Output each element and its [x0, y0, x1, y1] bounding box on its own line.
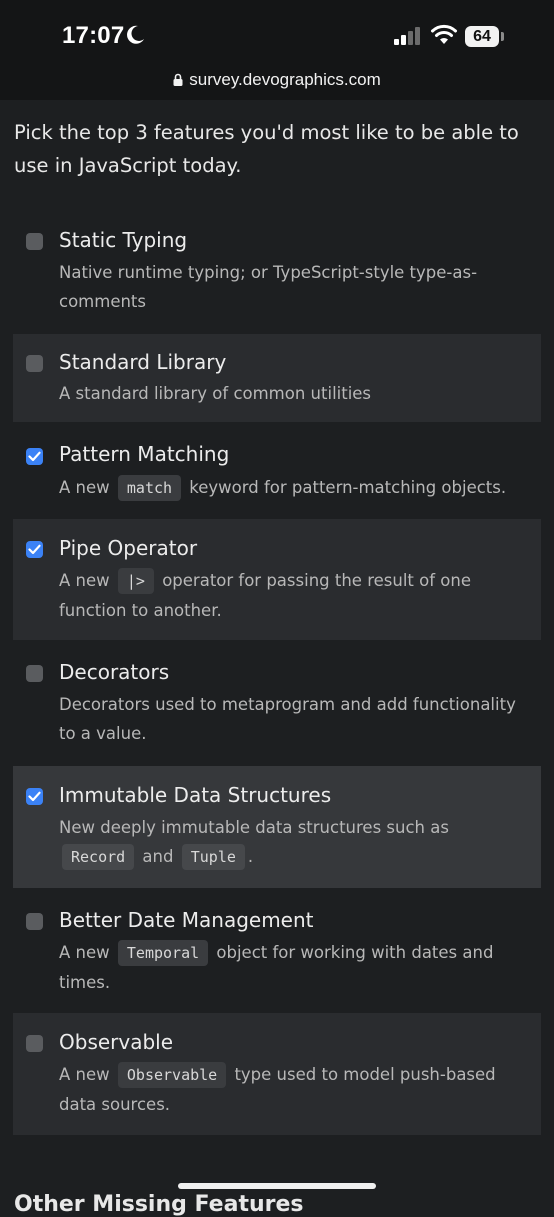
checkbox-observable[interactable] — [26, 1035, 43, 1052]
description-text: keyword for pattern-matching objects. — [184, 478, 507, 497]
option-title: Pipe Operator — [59, 536, 198, 560]
moon-icon — [127, 25, 144, 44]
option-title: Observable — [59, 1030, 174, 1054]
option-title: Immutable Data Structures — [59, 783, 332, 807]
description-text: A new — [59, 478, 115, 497]
description-text: Decorators used to metaprogram and add f… — [59, 695, 516, 743]
checkmark-icon — [28, 791, 41, 802]
option-title: Static Typing — [59, 228, 188, 252]
battery-icon: 64 — [465, 26, 499, 47]
description-text: A standard library of common utilities — [59, 384, 372, 403]
checkbox-better-date-management[interactable] — [26, 913, 43, 930]
description-text: Native runtime typing; or TypeScript-sty… — [59, 263, 478, 311]
code-snippet: match — [117, 475, 182, 501]
checkmark-icon — [28, 544, 41, 555]
address-bar[interactable]: survey.devographics.com — [0, 70, 554, 90]
option-title: Better Date Management — [59, 908, 314, 932]
option-static-typing[interactable]: Static Typing Native runtime typing; or T… — [13, 212, 541, 320]
option-title: Decorators — [59, 660, 170, 684]
description-text: A new — [59, 571, 115, 590]
option-description: A new |> operator for passing the result… — [59, 566, 529, 625]
option-title: Standard Library — [59, 350, 227, 374]
checkbox-decorators[interactable] — [26, 665, 43, 682]
wifi-icon — [431, 24, 457, 44]
url-text: survey.devographics.com — [189, 70, 381, 89]
option-pipe-operator[interactable]: Pipe Operator A new |> operator for passi… — [13, 519, 541, 640]
checkbox-static-typing[interactable] — [26, 233, 43, 250]
description-text: . — [247, 847, 254, 866]
description-text: New deeply immutable data structures suc… — [59, 818, 449, 837]
description-text: A new — [59, 1065, 115, 1084]
option-description: A new Observable type used to model push… — [59, 1060, 529, 1119]
cellular-signal-icon — [394, 27, 420, 45]
option-description: New deeply immutable data structures suc… — [59, 813, 529, 872]
next-section-heading: Other Missing Features — [14, 1192, 304, 1217]
code-snippet: Observable — [117, 1062, 227, 1088]
code-snippet: |> — [117, 568, 154, 594]
checkbox-pattern-matching[interactable] — [26, 448, 43, 465]
option-decorators[interactable]: Decorators Decorators used to metaprogram… — [13, 645, 541, 760]
option-observable[interactable]: Observable A new Observable type used to … — [13, 1013, 541, 1135]
option-description: Native runtime typing; or TypeScript-sty… — [59, 258, 529, 316]
code-snippet: Tuple — [181, 844, 245, 870]
option-description: Decorators used to metaprogram and add f… — [59, 690, 529, 748]
option-better-date-management[interactable]: Better Date Management A new Temporal obj… — [13, 893, 541, 1003]
checkbox-pipe-operator[interactable] — [26, 541, 43, 558]
checkbox-standard-library[interactable] — [26, 355, 43, 372]
lock-icon — [173, 73, 183, 86]
battery-cap — [501, 32, 504, 41]
description-text: and — [137, 847, 179, 866]
option-description: A standard library of common utilities — [59, 379, 529, 408]
checkmark-icon — [28, 451, 41, 462]
checkbox-immutable-data-structures[interactable] — [26, 788, 43, 805]
description-text: A new — [59, 943, 115, 962]
option-pattern-matching[interactable]: Pattern Matching A new match keyword for … — [13, 428, 541, 514]
code-snippet: Record — [62, 844, 135, 870]
option-description: A new Temporal object for working with d… — [59, 938, 529, 997]
status-time: 17:07 — [62, 22, 125, 49]
home-indicator — [178, 1183, 376, 1189]
status-bar: 17:07 64 survey.devographics.com — [0, 0, 554, 100]
option-immutable-data-structures[interactable]: Immutable Data Structures New deeply immu… — [13, 766, 541, 888]
option-description: A new match keyword for pattern-matching… — [59, 473, 529, 503]
code-snippet: Temporal — [117, 940, 209, 966]
option-standard-library[interactable]: Standard Library A standard library of co… — [13, 334, 541, 422]
option-title: Pattern Matching — [59, 442, 230, 466]
question-text: Pick the top 3 features you'd most like … — [14, 121, 519, 177]
